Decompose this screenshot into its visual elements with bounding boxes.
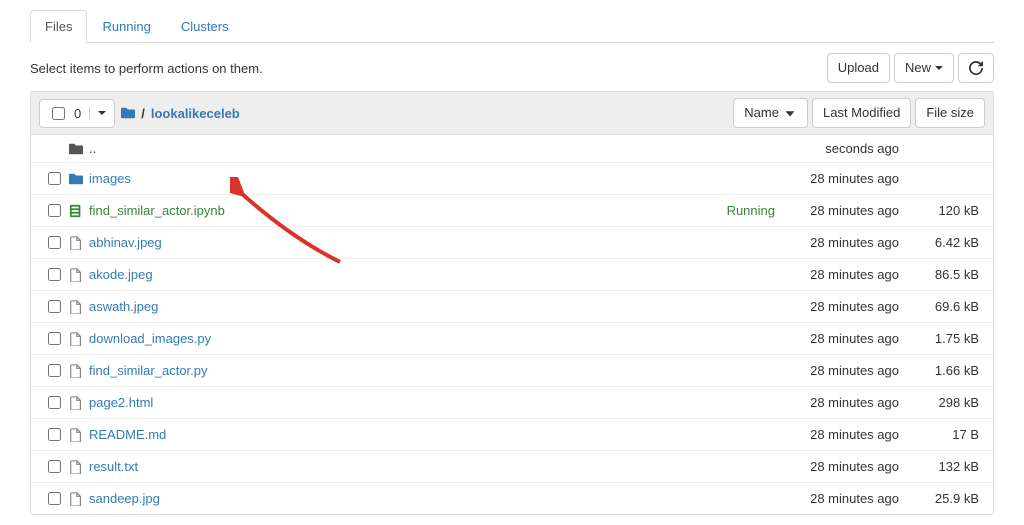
- refresh-button[interactable]: [958, 53, 994, 83]
- list-item: result.txt 28 minutes ago132 kB: [31, 451, 993, 483]
- new-button-label: New: [905, 59, 931, 77]
- upload-button[interactable]: Upload: [827, 53, 890, 83]
- tabs: Files Running Clusters: [30, 10, 994, 43]
- file-link[interactable]: result.txt: [89, 459, 138, 474]
- file-link[interactable]: download_images.py: [89, 331, 211, 346]
- folder-icon: [69, 142, 83, 156]
- file-list: .. seconds ago images28 minutes agofind_…: [31, 135, 993, 514]
- list-item-updir: .. seconds ago: [31, 135, 993, 163]
- list-item: README.md 28 minutes ago17 B: [31, 419, 993, 451]
- file-link[interactable]: page2.html: [89, 395, 153, 410]
- file-size: 86.5 kB: [905, 267, 985, 282]
- sort-name-button[interactable]: Name: [733, 98, 808, 128]
- file-panel: 0 / lookalikeceleb Name Last Modified Fi…: [30, 91, 994, 515]
- file-modified: 28 minutes ago: [775, 395, 905, 410]
- list-item: page2.html 28 minutes ago298 kB: [31, 387, 993, 419]
- file-size: 25.9 kB: [905, 491, 985, 506]
- file-link[interactable]: akode.jpeg: [89, 267, 153, 282]
- file-icon: [69, 396, 83, 410]
- file-icon: [69, 332, 83, 346]
- file-icon: [69, 236, 83, 250]
- file-status: Running: [715, 203, 775, 218]
- refresh-icon: [969, 61, 983, 75]
- file-size: 132 kB: [905, 459, 985, 474]
- list-item: find_similar_actor.py 28 minutes ago1.66 …: [31, 355, 993, 387]
- file-link[interactable]: find_similar_actor.ipynb: [89, 203, 225, 218]
- file-modified: 28 minutes ago: [775, 427, 905, 442]
- folder-icon: [69, 172, 83, 186]
- file-modified: 28 minutes ago: [775, 363, 905, 378]
- sort-modified-button[interactable]: Last Modified: [812, 98, 911, 128]
- list-item: sandeep.jpg 28 minutes ago25.9 kB: [31, 483, 993, 514]
- header-name-label: Name: [744, 104, 779, 122]
- select-count: 0: [74, 106, 81, 121]
- row-checkbox[interactable]: [48, 332, 61, 345]
- file-link[interactable]: sandeep.jpg: [89, 491, 160, 506]
- row-checkbox[interactable]: [48, 460, 61, 473]
- file-modified: 28 minutes ago: [775, 299, 905, 314]
- breadcrumb-folder[interactable]: lookalikeceleb: [151, 106, 240, 121]
- file-link[interactable]: find_similar_actor.py: [89, 363, 208, 378]
- file-modified: 28 minutes ago: [775, 171, 905, 186]
- file-link[interactable]: README.md: [89, 427, 166, 442]
- file-icon: [69, 300, 83, 314]
- list-item: download_images.py 28 minutes ago1.75 kB: [31, 323, 993, 355]
- list-item: images 28 minutes ago: [31, 163, 993, 195]
- file-link[interactable]: aswath.jpeg: [89, 299, 158, 314]
- row-checkbox[interactable]: [48, 268, 61, 281]
- file-size: 6.42 kB: [905, 235, 985, 250]
- notebook-icon: [69, 204, 83, 218]
- row-checkbox[interactable]: [48, 396, 61, 409]
- updir-link[interactable]: ..: [89, 141, 96, 156]
- file-link[interactable]: images: [89, 171, 131, 186]
- file-icon: [69, 460, 83, 474]
- file-size: 298 kB: [905, 395, 985, 410]
- file-icon: [69, 428, 83, 442]
- tab-files[interactable]: Files: [30, 10, 87, 43]
- new-button[interactable]: New: [894, 53, 954, 83]
- updir-modified: seconds ago: [775, 141, 905, 156]
- breadcrumb-sep: /: [141, 106, 145, 121]
- sort-size-button[interactable]: File size: [915, 98, 985, 128]
- row-checkbox[interactable]: [48, 364, 61, 377]
- list-item: abhinav.jpeg 28 minutes ago6.42 kB: [31, 227, 993, 259]
- file-icon: [69, 364, 83, 378]
- row-checkbox[interactable]: [48, 300, 61, 313]
- file-link[interactable]: abhinav.jpeg: [89, 235, 162, 250]
- file-icon: [69, 268, 83, 282]
- file-icon: [69, 492, 83, 506]
- action-hint: Select items to perform actions on them.: [30, 61, 263, 76]
- file-size: 1.66 kB: [905, 363, 985, 378]
- file-modified: 28 minutes ago: [775, 235, 905, 250]
- list-item: akode.jpeg 28 minutes ago86.5 kB: [31, 259, 993, 291]
- row-checkbox[interactable]: [48, 428, 61, 441]
- list-item: aswath.jpeg 28 minutes ago69.6 kB: [31, 291, 993, 323]
- row-checkbox[interactable]: [48, 172, 61, 185]
- file-modified: 28 minutes ago: [775, 267, 905, 282]
- folder-icon[interactable]: [121, 106, 135, 120]
- row-checkbox[interactable]: [48, 492, 61, 505]
- file-size: 120 kB: [905, 203, 985, 218]
- file-size: 17 B: [905, 427, 985, 442]
- arrow-down-icon: [783, 106, 797, 120]
- row-checkbox[interactable]: [48, 236, 61, 249]
- file-modified: 28 minutes ago: [775, 459, 905, 474]
- select-all-dropdown[interactable]: 0: [39, 99, 115, 128]
- tab-running[interactable]: Running: [87, 10, 165, 43]
- row-checkbox[interactable]: [48, 204, 61, 217]
- file-size: 69.6 kB: [905, 299, 985, 314]
- file-modified: 28 minutes ago: [775, 491, 905, 506]
- caret-down-icon: [935, 66, 943, 70]
- file-modified: 28 minutes ago: [775, 331, 905, 346]
- caret-down-icon: [98, 111, 106, 115]
- file-modified: 28 minutes ago: [775, 203, 905, 218]
- select-all-checkbox[interactable]: [52, 107, 65, 120]
- file-size: 1.75 kB: [905, 331, 985, 346]
- list-item: find_similar_actor.ipynb Running28 minute…: [31, 195, 993, 227]
- tab-clusters[interactable]: Clusters: [166, 10, 244, 43]
